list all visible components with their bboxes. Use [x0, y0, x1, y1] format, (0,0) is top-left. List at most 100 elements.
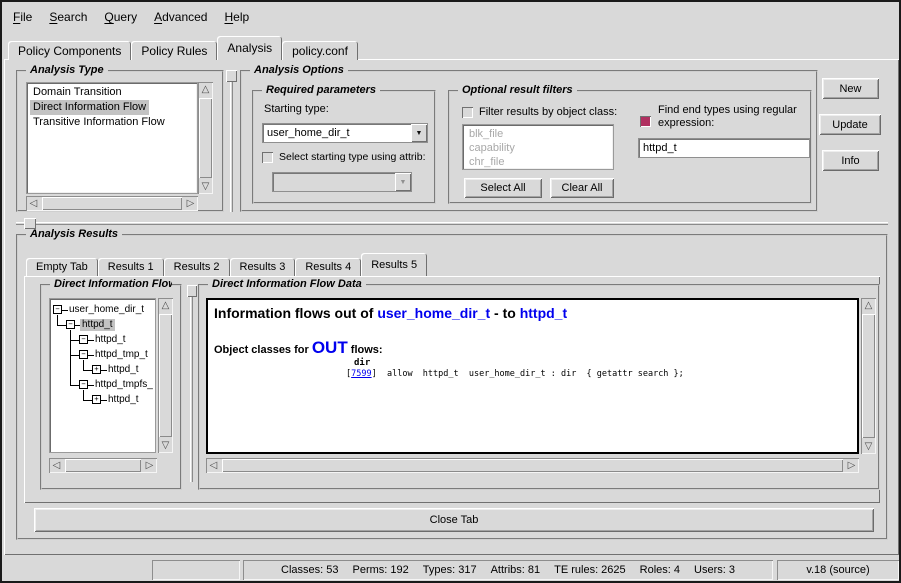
stat-classes: Classes: 53	[281, 564, 338, 576]
scroll-thumb[interactable]	[222, 459, 843, 472]
stat-types: Types: 317	[423, 564, 477, 576]
tree-node-label[interactable]: httpd_t	[106, 394, 141, 406]
analysis-type-item[interactable]: Transitive Information Flow	[30, 115, 168, 130]
tree-expand-toggle[interactable]: +	[92, 365, 101, 374]
results-tab-results-4[interactable]: Results 4	[295, 258, 361, 276]
tab-policy-components[interactable]: Policy Components	[8, 41, 131, 60]
menu-item-file[interactable]: File	[13, 10, 32, 24]
filter-by-class-row[interactable]: Filter results by object class:	[462, 106, 617, 118]
scroll-left-icon[interactable]: ◁	[206, 458, 221, 473]
horizontal-sash-handle[interactable]	[24, 218, 36, 229]
tree-connector	[57, 315, 58, 326]
flow-data-textarea: Information flows out of user_home_dir_t…	[206, 298, 859, 454]
clear-all-button[interactable]: Clear All	[550, 178, 614, 198]
tree-expand-toggle[interactable]: −	[66, 320, 75, 329]
tree-node-label[interactable]: httpd_t	[80, 319, 115, 331]
tree-connector	[83, 360, 84, 371]
close-tab-button[interactable]: Close Tab	[34, 508, 874, 532]
menu-item-search[interactable]: Search	[49, 10, 87, 24]
scroll-right-icon[interactable]: ▷	[142, 458, 157, 473]
scroll-thumb[interactable]	[42, 197, 182, 210]
tree-node-label[interactable]: httpd_tmpfs_	[93, 379, 155, 391]
flow-data-vscrollbar[interactable]: △ ▽	[861, 298, 876, 454]
starting-type-label: Starting type:	[264, 103, 329, 115]
results-tabbar: Empty TabResults 1Results 2Results 3Resu…	[26, 251, 427, 276]
stat-te-rules: TE rules: 2625	[554, 564, 626, 576]
scroll-thumb[interactable]	[862, 314, 875, 438]
top-vertical-sash-handle[interactable]	[226, 70, 237, 82]
analysis-type-vscrollbar[interactable]: △ ▽	[198, 82, 213, 194]
flow-tree: −user_home_dir_t−httpd_t−httpd_t−httpd_t…	[49, 298, 156, 453]
regex-input[interactable]: httpd_t	[638, 138, 810, 158]
flow-data-title: Direct Information Flow Data	[208, 278, 366, 290]
flow-tree-title: Direct Information Flow T	[50, 278, 172, 290]
object-class-name: dir	[354, 358, 370, 368]
flow-tree-hscrollbar[interactable]: ◁ ▷	[49, 458, 157, 473]
scroll-thumb[interactable]	[199, 98, 212, 178]
starting-type-value[interactable]: user_home_dir_t	[263, 124, 411, 142]
tree-node-label[interactable]: user_home_dir_t	[67, 304, 146, 316]
analysis-options-group: Analysis Options Required parameters Sta…	[240, 70, 818, 212]
menu-item-help[interactable]: Help	[224, 10, 249, 24]
scroll-left-icon[interactable]: ◁	[26, 196, 41, 211]
results-vertical-sash[interactable]	[190, 297, 193, 482]
regex-checkbox[interactable]	[640, 116, 651, 127]
analysis-type-item[interactable]: Direct Information Flow	[30, 100, 149, 115]
horizontal-sash[interactable]	[16, 222, 888, 225]
attrib-checkbox[interactable]	[262, 152, 273, 163]
scroll-up-icon[interactable]: △	[861, 298, 876, 313]
flow-heading-prefix: Information flows out of	[214, 305, 377, 321]
flow-data-hscrollbar[interactable]: ◁ ▷	[206, 458, 859, 473]
scroll-thumb[interactable]	[159, 314, 172, 437]
tab-policy-conf[interactable]: policy.conf	[282, 41, 358, 60]
tree-expand-toggle[interactable]: −	[53, 305, 62, 314]
new-button[interactable]: New	[822, 78, 879, 99]
flow-tree-vscrollbar[interactable]: △ ▽	[158, 298, 173, 453]
policy-tabbar: Policy ComponentsPolicy RulesAnalysispol…	[8, 36, 358, 60]
tab-policy-rules[interactable]: Policy Rules	[131, 41, 217, 60]
tree-node-label[interactable]: httpd_t	[106, 364, 141, 376]
menu-item-advanced[interactable]: Advanced	[154, 10, 207, 24]
scroll-right-icon[interactable]: ▷	[183, 196, 198, 211]
top-vertical-sash[interactable]	[230, 82, 233, 212]
results-tab-results-2[interactable]: Results 2	[164, 258, 230, 276]
attrib-checkbox-row[interactable]: Select starting type using attrib:	[262, 151, 426, 163]
tree-expand-toggle[interactable]: −	[79, 335, 88, 344]
results-tab-results-3[interactable]: Results 3	[230, 258, 296, 276]
select-all-button[interactable]: Select All	[464, 178, 542, 198]
scroll-down-icon[interactable]: ▽	[198, 179, 213, 194]
allow-rule-line: [7599] allow httpd_t user_home_dir_t : d…	[346, 369, 684, 379]
update-button[interactable]: Update	[819, 114, 881, 135]
flow-heading-type1: user_home_dir_t	[377, 305, 490, 321]
tree-node-label[interactable]: httpd_tmp_t	[93, 349, 150, 361]
tab-analysis[interactable]: Analysis	[217, 36, 282, 60]
tree-expand-toggle[interactable]: −	[79, 380, 88, 389]
tree-expand-toggle[interactable]: −	[79, 350, 88, 359]
results-tab-empty-tab[interactable]: Empty Tab	[26, 258, 98, 276]
scroll-thumb[interactable]	[65, 459, 141, 472]
analysis-type-item[interactable]: Domain Transition	[30, 85, 125, 100]
results-tab-results-5[interactable]: Results 5	[361, 253, 427, 276]
scroll-up-icon[interactable]: △	[198, 82, 213, 97]
object-class-item: blk_file	[466, 127, 506, 141]
scroll-right-icon[interactable]: ▷	[844, 458, 859, 473]
flow-tree-group: Direct Information Flow T −user_home_dir…	[40, 284, 182, 490]
chevron-down-icon[interactable]: ▼	[411, 124, 427, 142]
results-vertical-sash-handle[interactable]	[187, 285, 197, 297]
tree-node-label[interactable]: httpd_t	[93, 334, 128, 346]
info-button[interactable]: Info	[822, 150, 879, 171]
scroll-down-icon[interactable]: ▽	[861, 439, 876, 454]
results-tab-results-1[interactable]: Results 1	[98, 258, 164, 276]
analysis-results-group: Analysis Results Empty TabResults 1Resul…	[16, 234, 888, 540]
scroll-down-icon[interactable]: ▽	[158, 438, 173, 453]
filter-by-class-checkbox[interactable]	[462, 107, 473, 118]
rule-number-link[interactable]: 7599	[351, 369, 371, 379]
menu-item-query[interactable]: Query	[104, 10, 137, 24]
stat-perms: Perms: 192	[353, 564, 409, 576]
tree-expand-toggle[interactable]: +	[92, 395, 101, 404]
analysis-type-hscrollbar[interactable]: ◁ ▷	[26, 196, 198, 211]
starting-type-combobox[interactable]: user_home_dir_t ▼	[262, 123, 428, 143]
flow-data-group: Direct Information Flow Data Information…	[198, 284, 880, 490]
scroll-left-icon[interactable]: ◁	[49, 458, 64, 473]
scroll-up-icon[interactable]: △	[158, 298, 173, 313]
